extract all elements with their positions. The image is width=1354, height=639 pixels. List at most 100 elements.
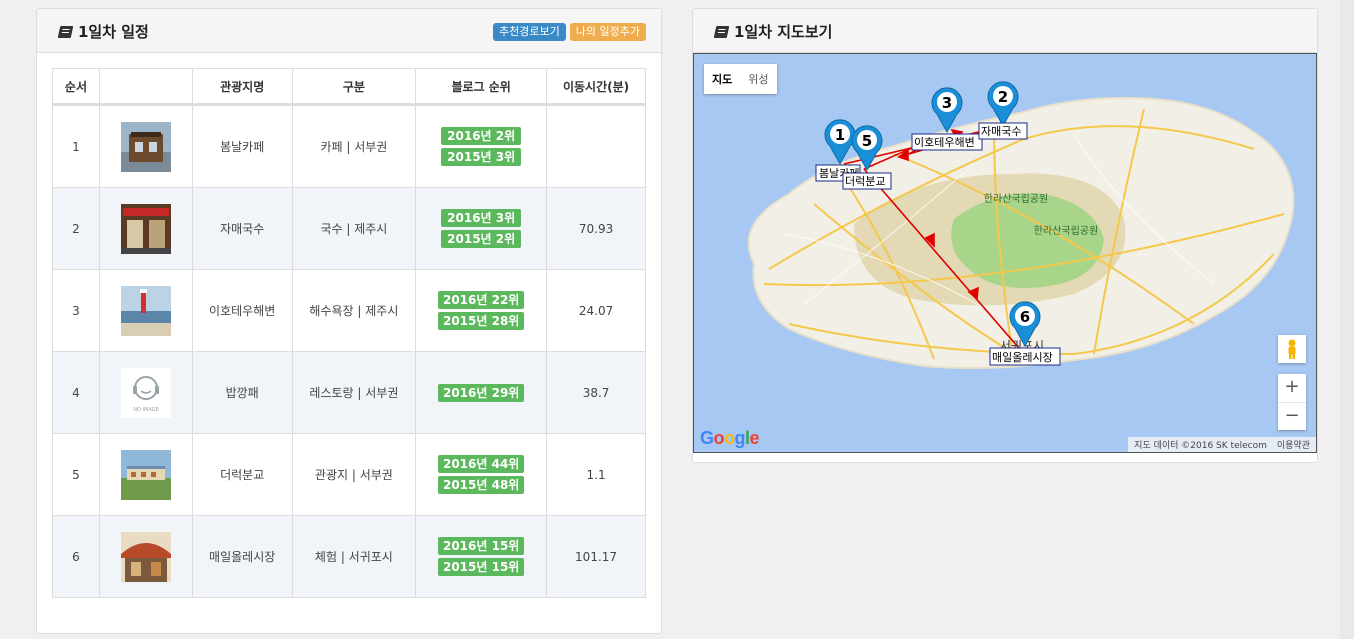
row-rank: 2016년 2위 2015년 3위 xyxy=(415,104,548,188)
row-thumb[interactable] xyxy=(98,104,193,188)
row-place-name[interactable]: 매일올레시장 xyxy=(191,515,293,598)
row-order: 2 xyxy=(52,187,100,270)
rank-badge: 2016년 44위 xyxy=(438,455,525,473)
jeju-map[interactable]: 한라산국립공원 한라산국립공원 서귀포시 1 5 3 2 6 봄날카페 더럭분교… xyxy=(694,54,1317,453)
marker-1[interactable]: 1 xyxy=(824,119,856,166)
row-place-name[interactable]: 밥깡패 xyxy=(191,351,293,434)
park-label: 한라산국립공원 xyxy=(1034,224,1098,237)
row-travel-time: 38.7 xyxy=(546,351,646,434)
col-header-travel-time: 이동시간(분) xyxy=(546,68,646,106)
map-title: 1일차 지도보기 xyxy=(713,21,833,42)
add-my-schedule-button[interactable]: 나의 일정추가 xyxy=(569,23,646,41)
svg-text:3: 3 xyxy=(942,94,952,112)
map-type-satellite-button[interactable]: 위성 xyxy=(740,64,776,94)
row-category: 관광지 | 서부권 xyxy=(291,433,417,516)
no-image-text: NO IMAGE xyxy=(133,407,158,413)
row-thumb[interactable]: NO IMAGE xyxy=(98,351,193,434)
rank-badge: 2015년 48위 xyxy=(438,476,525,494)
book-icon xyxy=(57,25,74,38)
recommended-route-button[interactable]: 추천경로보기 xyxy=(493,23,566,41)
row-category: 레스토랑 | 서부권 xyxy=(291,351,417,434)
col-header-place: 관광지명 xyxy=(191,68,293,106)
noodle-shop-photo-image[interactable] xyxy=(120,203,171,254)
table-row[interactable]: 1 봄날카페 카페 | 서부권 2016년 2위 2015년 3위 xyxy=(52,104,646,188)
row-thumb[interactable] xyxy=(98,433,193,516)
map-panel: 1일차 지도보기 한라산국립공원 한라산국립공원 서귀포시 1 5 3 2 6 … xyxy=(692,8,1318,463)
rank-badge: 2016년 3위 xyxy=(441,209,522,227)
marker-label-2: 자매국수 xyxy=(981,125,1021,138)
map-title-text: 1일차 지도보기 xyxy=(734,23,833,41)
map-canvas[interactable]: 한라산국립공원 한라산국립공원 서귀포시 1 5 3 2 6 봄날카페 더럭분교… xyxy=(693,53,1317,453)
row-category: 해수욕장 | 제주시 xyxy=(291,269,417,352)
map-attribution: 지도 데이터 ©2016 SK telecom 이용약관 xyxy=(1128,437,1316,452)
table-row[interactable]: 4 NO IMAGE 밥깡패 레스토랑 | 서부권 2016년 29위 38.7 xyxy=(52,351,646,434)
table-row[interactable]: 5 더럭분교 관광지 | 서부권 2016년 44위 2015년 48위 1.1 xyxy=(52,433,646,516)
row-thumb[interactable] xyxy=(98,515,193,598)
col-header-photo xyxy=(98,68,193,106)
row-rank: 2016년 29위 xyxy=(415,351,548,434)
schedule-panel: 1일차 일정 추천경로보기 나의 일정추가 순서 관광지명 구분 블로그 순위 … xyxy=(36,8,662,634)
rank-badge: 2016년 2위 xyxy=(441,127,522,145)
rank-badge: 2015년 15위 xyxy=(438,558,525,576)
rank-badge: 2015년 28위 xyxy=(438,312,525,330)
row-order: 4 xyxy=(52,351,100,434)
table-header-row: 순서 관광지명 구분 블로그 순위 이동시간(분) xyxy=(52,68,646,106)
row-order: 6 xyxy=(52,515,100,598)
svg-text:5: 5 xyxy=(862,132,872,150)
row-rank: 2016년 44위 2015년 48위 xyxy=(415,433,548,516)
attribution-text: 지도 데이터 ©2016 SK telecom xyxy=(1134,441,1267,451)
park-label: 한라산국립공원 xyxy=(984,192,1048,205)
map-type-control[interactable]: 지도 위성 xyxy=(704,64,777,94)
row-order: 1 xyxy=(52,104,100,188)
row-rank: 2016년 3위 2015년 2위 xyxy=(415,187,548,270)
scrollbar-track[interactable] xyxy=(1340,0,1354,639)
table-row[interactable]: 3 이호테우해변 해수욕장 | 제주시 2016년 22위 2015년 28위 … xyxy=(52,269,646,352)
zoom-in-button[interactable]: + xyxy=(1278,374,1306,403)
row-category: 체험 | 서귀포시 xyxy=(291,515,417,598)
pegman-icon xyxy=(1288,339,1296,359)
table-row[interactable]: 2 자매국수 국수 | 제주시 2016년 3위 2015년 2위 70.93 xyxy=(52,187,646,270)
svg-text:6: 6 xyxy=(1020,308,1030,326)
zoom-control[interactable]: + − xyxy=(1278,374,1306,430)
marker-label-5: 더럭분교 xyxy=(845,175,885,188)
rank-badge: 2016년 15위 xyxy=(438,537,525,555)
row-place-name[interactable]: 이호테우해변 xyxy=(191,269,293,352)
row-thumb[interactable] xyxy=(98,187,193,270)
row-order: 5 xyxy=(52,433,100,516)
beach-photo-image[interactable] xyxy=(120,285,171,336)
no-image-placeholder[interactable]: NO IMAGE xyxy=(120,367,171,418)
row-travel-time xyxy=(546,104,646,188)
marker-label-3: 이호테우해변 xyxy=(914,135,975,149)
zoom-out-button[interactable]: − xyxy=(1278,403,1306,431)
rank-badge: 2015년 3위 xyxy=(441,148,522,166)
row-thumb[interactable] xyxy=(98,269,193,352)
rank-badge: 2016년 22위 xyxy=(438,291,525,309)
svg-text:2: 2 xyxy=(998,88,1008,106)
schedule-panel-header: 1일차 일정 추천경로보기 나의 일정추가 xyxy=(37,9,661,53)
row-rank: 2016년 22위 2015년 28위 xyxy=(415,269,548,352)
row-place-name[interactable]: 봄날카페 xyxy=(191,104,293,188)
row-place-name[interactable]: 더럭분교 xyxy=(191,433,293,516)
google-logo: Google xyxy=(700,428,760,448)
cafe-photo-image[interactable] xyxy=(120,121,171,172)
schedule-title-text: 1일차 일정 xyxy=(78,23,149,41)
row-travel-time: 101.17 xyxy=(546,515,646,598)
row-place-name[interactable]: 자매국수 xyxy=(191,187,293,270)
col-header-category: 구분 xyxy=(291,68,417,106)
table-row[interactable]: 6 매일올레시장 체험 | 서귀포시 2016년 15위 2015년 15위 1… xyxy=(52,515,646,598)
row-category: 국수 | 제주시 xyxy=(291,187,417,270)
market-photo-image[interactable] xyxy=(120,531,171,582)
schedule-table: 순서 관광지명 구분 블로그 순위 이동시간(분) 1 봄날카페 카페 | 서부… xyxy=(52,68,646,598)
book-icon xyxy=(713,25,730,38)
row-travel-time: 70.93 xyxy=(546,187,646,270)
map-panel-header: 1일차 지도보기 xyxy=(693,9,1317,53)
marker-label-6: 매일올레시장 xyxy=(992,350,1053,364)
street-view-pegman[interactable] xyxy=(1278,335,1306,363)
map-type-map-button[interactable]: 지도 xyxy=(704,64,740,94)
marker-3[interactable]: 3 xyxy=(931,87,963,134)
school-photo-image[interactable] xyxy=(120,449,171,500)
row-order: 3 xyxy=(52,269,100,352)
schedule-title: 1일차 일정 xyxy=(57,21,149,42)
rank-badge: 2015년 2위 xyxy=(441,230,522,248)
terms-link[interactable]: 이용약관 xyxy=(1277,438,1310,451)
